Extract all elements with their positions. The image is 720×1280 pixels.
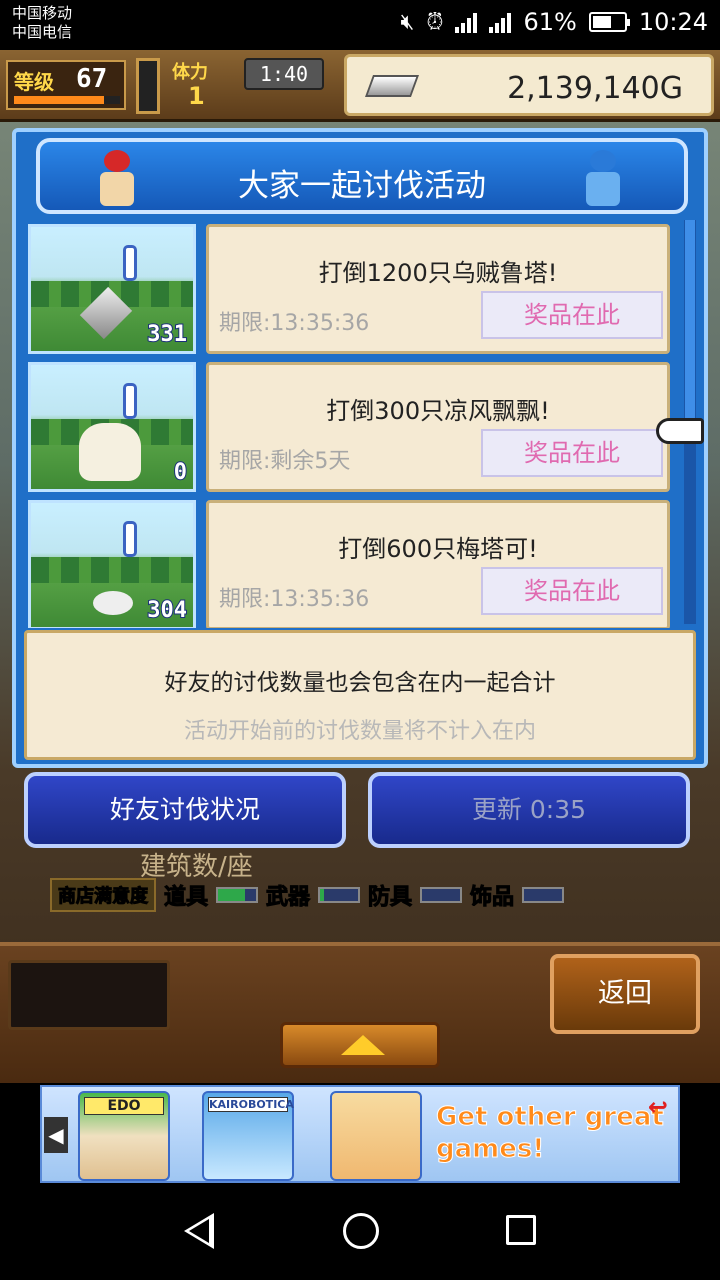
stamina-value: 1 (188, 82, 205, 110)
carrier-1: 中国移动 (12, 4, 73, 22)
clock: 10:24 (638, 8, 708, 36)
silver-ingot-icon (364, 75, 420, 97)
ad-text: Get other great games! (436, 1102, 665, 1165)
tag-armor: 防具 (368, 885, 413, 911)
event-title: 打倒1200只乌贼鲁塔! (318, 259, 558, 287)
exclamation-icon (123, 521, 137, 557)
alarm-icon: ⏰︎ (426, 9, 444, 35)
event-thumbnail: 0 (28, 362, 196, 492)
gold-value: 2,139,140G (507, 71, 683, 106)
ad-game-tile-kairobotica[interactable]: KAIROBOTICA (202, 1091, 294, 1181)
items-gauge (216, 887, 259, 903)
event-title: 打倒300只凉风飘飘! (326, 397, 550, 425)
weapons-gauge (318, 887, 361, 903)
info-note: 好友的讨伐数量也会包含在内一起合计 活动开始前的讨伐数量将不计入在内 (24, 630, 696, 760)
kill-count: 331 (146, 321, 188, 348)
note-main-text: 好友的讨伐数量也会包含在内一起合计 (164, 670, 556, 696)
level-box: 等级 67 (6, 60, 126, 110)
ad-game-tile-cafe[interactable] (330, 1091, 422, 1181)
exclamation-icon (123, 245, 137, 281)
ad-banner-bar: ◀ EDO KAIROBOTICA Get other great games!… (0, 1083, 720, 1187)
event-row: 0 打倒300只凉风飘飘! 期限:剩余5天 奖品在此 (22, 354, 672, 492)
event-deadline: 期限:13:35:36 (219, 587, 370, 612)
prize-button[interactable]: 奖品在此 (481, 291, 663, 339)
pointing-hand-icon (656, 418, 704, 444)
ghost-monster-icon (79, 423, 141, 481)
expand-up-button[interactable] (280, 1022, 440, 1068)
stamina-timer: 1:40 (244, 58, 324, 90)
level-value: 67 (76, 64, 108, 94)
app-screen: 中国移动 中国电信 🔇︎ ⏰︎ 61% 10:24 等级 67 体力 1 1:4… (0, 0, 720, 1280)
knight-sprite-icon (578, 150, 628, 208)
exclamation-icon (123, 383, 137, 419)
nav-back-icon[interactable] (184, 1213, 214, 1249)
carrier-2: 中国电信 (12, 23, 73, 41)
event-card: 打倒300只凉风飘飘! 期限:剩余5天 奖品在此 (206, 362, 670, 492)
stamina-label: 体力 (172, 62, 208, 83)
shop-info-panel: 建筑数/座 商店满意度 道具 武器 防具 饰品 (20, 840, 700, 930)
status-bar: 中国移动 中国电信 🔇︎ ⏰︎ 61% 10:24 (0, 0, 720, 50)
gold-box: 2,139,140G (344, 54, 714, 116)
back-button[interactable]: 返回 (550, 954, 700, 1034)
event-deadline: 期限:剩余5天 (219, 449, 351, 474)
blob-monster-icon (93, 591, 133, 615)
mute-icon: 🔇︎ (400, 9, 415, 35)
ad-game-tile-edo[interactable]: EDO (78, 1091, 170, 1181)
tag-weapons: 武器 (266, 885, 311, 911)
battery-percent: 61% (523, 8, 577, 36)
system-nav-bar (0, 1187, 720, 1280)
nav-home-icon[interactable] (343, 1213, 379, 1249)
ad-banner[interactable]: ◀ EDO KAIROBOTICA Get other great games!… (40, 1085, 680, 1183)
signal-3g-icon (489, 11, 512, 33)
event-card: 打倒600只梅塔可! 期限:13:35:36 奖品在此 (206, 500, 670, 628)
signal-icon (455, 11, 478, 33)
empty-slot (8, 960, 170, 1030)
event-dialog: 大家一起讨伐活动 331 打倒1200只乌贼鲁塔! 期限:13:35:36 奖品… (12, 128, 708, 768)
chevron-left-icon[interactable]: ◀ (44, 1117, 68, 1153)
nav-recent-apps-icon[interactable] (506, 1215, 536, 1245)
armor-gauge (420, 887, 463, 903)
battery-icon (588, 12, 630, 32)
event-card: 打倒1200只乌贼鲁塔! 期限:13:35:36 奖品在此 (206, 224, 670, 354)
return-arrow-icon: ↩ (647, 1093, 668, 1121)
event-thumbnail: 304 (28, 500, 196, 628)
event-title: 打倒600只梅塔可! (338, 535, 538, 563)
tag-accessories: 饰品 (470, 885, 515, 911)
event-row: 304 打倒600只梅塔可! 期限:13:35:36 奖品在此 (22, 492, 672, 628)
event-row: 331 打倒1200只乌贼鲁塔! 期限:13:35:36 奖品在此 (22, 216, 672, 354)
shop-satisfaction-label: 商店满意度 (50, 878, 156, 912)
accessories-gauge (522, 887, 565, 903)
note-sub-text: 活动开始前的讨伐数量将不计入在内 (183, 719, 536, 744)
kill-count: 304 (146, 597, 188, 624)
event-thumbnail: 331 (28, 224, 196, 354)
stamina-gauge (136, 58, 160, 114)
prize-button[interactable]: 奖品在此 (481, 567, 663, 615)
level-label: 等级 (14, 70, 54, 94)
friend-status-button[interactable]: 好友讨伐状况 (24, 772, 346, 848)
arrow-up-icon (341, 1035, 385, 1055)
level-progress (14, 96, 120, 104)
event-list[interactable]: 331 打倒1200只乌贼鲁塔! 期限:13:35:36 奖品在此 0 打倒30… (22, 216, 672, 628)
dialog-header: 大家一起讨伐活动 (36, 138, 688, 214)
refresh-button[interactable]: 更新 0:35 (368, 772, 690, 848)
prize-button[interactable]: 奖品在此 (481, 429, 663, 477)
kill-count: 0 (173, 459, 188, 486)
event-deadline: 期限:13:35:36 (219, 311, 370, 336)
top-hud: 等级 67 体力 1 1:40 2,139,140G (0, 50, 720, 122)
tag-items: 道具 (163, 885, 209, 911)
